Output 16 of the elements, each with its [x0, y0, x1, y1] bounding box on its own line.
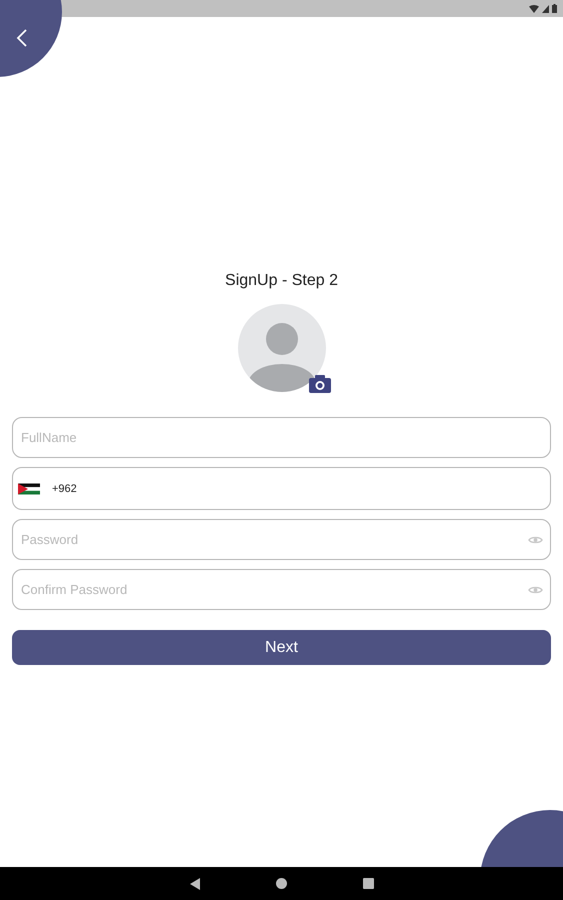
- camera-button[interactable]: [308, 374, 332, 394]
- camera-icon: [308, 374, 332, 394]
- phone-field[interactable]: +962: [12, 467, 551, 510]
- battery-icon: [552, 4, 557, 13]
- password-field[interactable]: Password: [12, 519, 551, 560]
- name-field[interactable]: FullName: [12, 417, 551, 458]
- next-button[interactable]: Next: [12, 630, 551, 665]
- recents-nav-icon[interactable]: [362, 878, 374, 889]
- signal-icon: [542, 4, 549, 12]
- password-field[interactable]: Confirm Password: [12, 569, 551, 610]
- home-nav-icon[interactable]: [276, 878, 286, 889]
- avatar-placeholder[interactable]: [238, 304, 326, 392]
- back-nav-icon[interactable]: [190, 878, 200, 890]
- wifi-icon: [529, 4, 539, 12]
- page-title: SignUp - Step 2: [224, 272, 339, 290]
- flag-icon[interactable]: [18, 483, 40, 494]
